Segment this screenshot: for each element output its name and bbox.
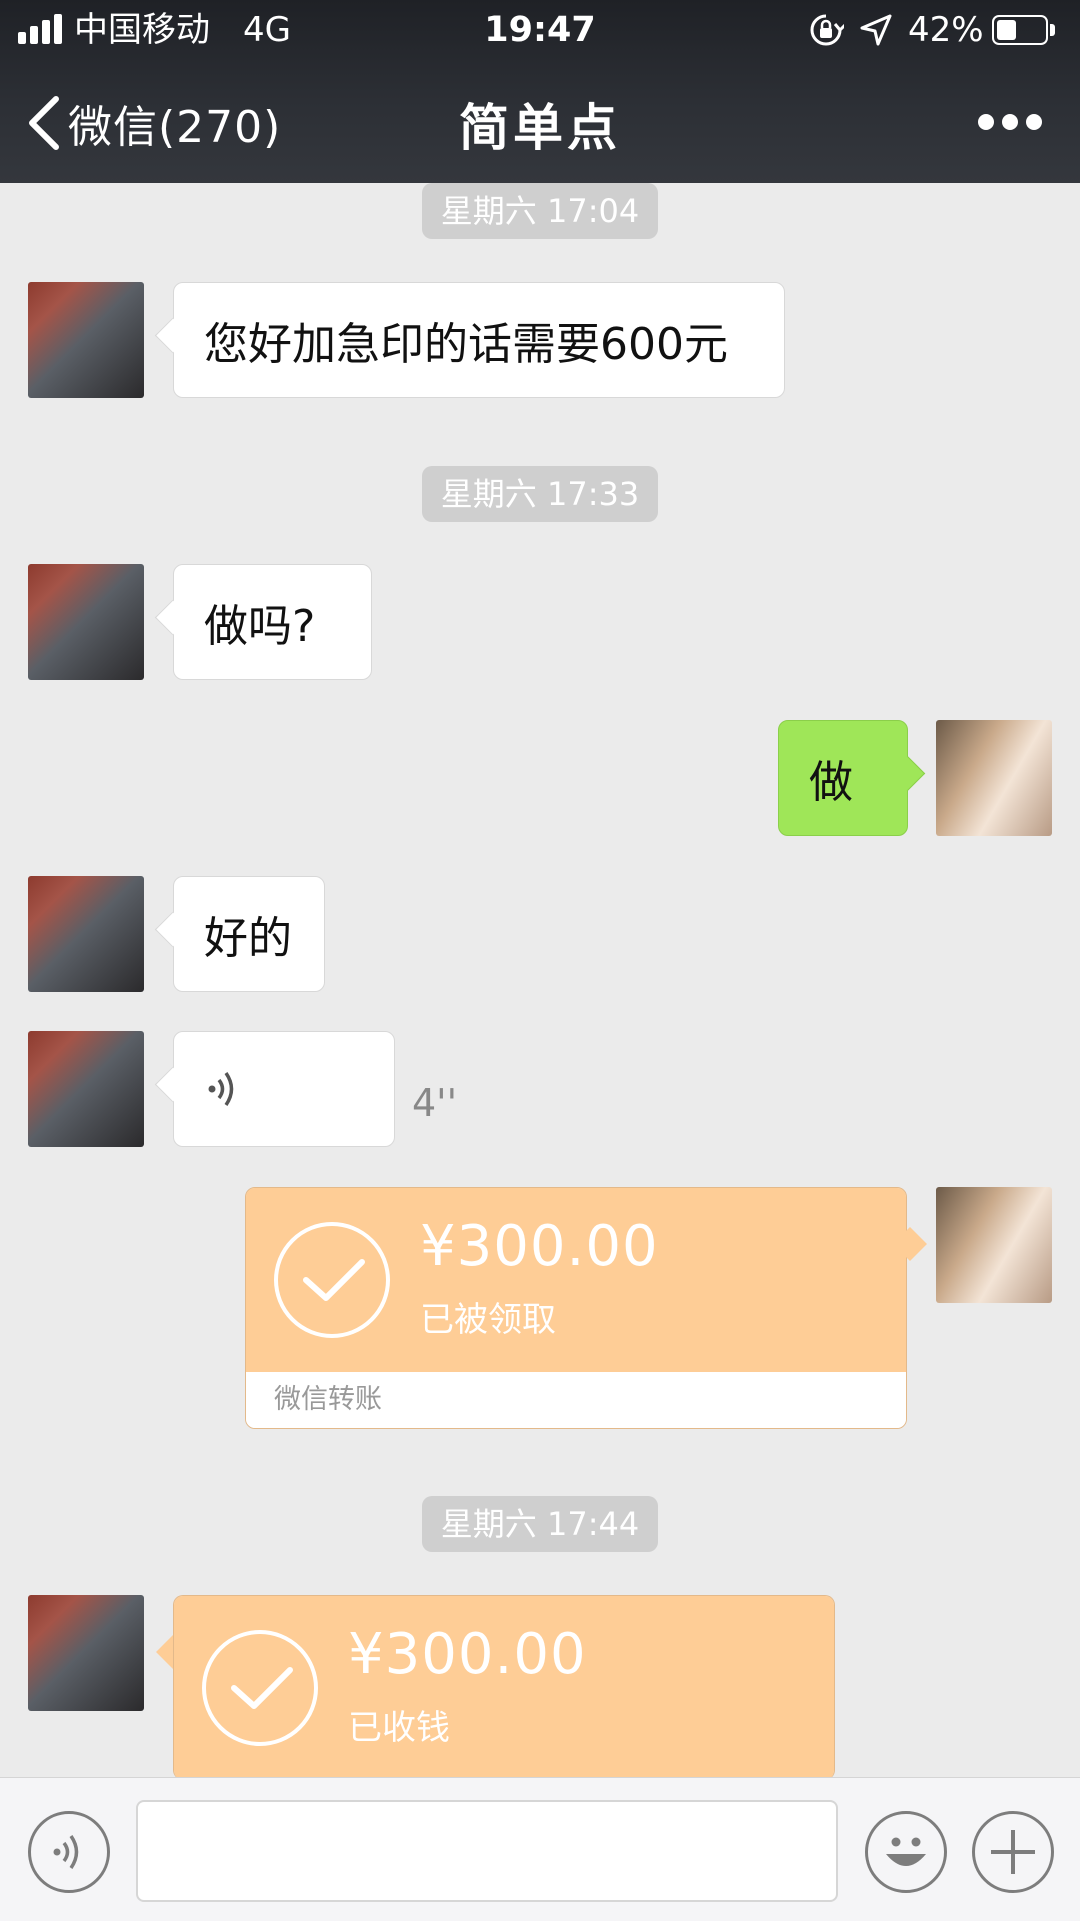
chat-title: 简单点 bbox=[459, 99, 621, 157]
message-input[interactable] bbox=[136, 1800, 838, 1902]
avatar[interactable] bbox=[28, 1595, 144, 1711]
voice-duration: 4'' bbox=[412, 1081, 458, 1125]
transfer-amount: ¥300.00 bbox=[348, 1622, 587, 1687]
avatar[interactable] bbox=[936, 720, 1052, 836]
orientation-lock-icon bbox=[810, 14, 844, 46]
top-header: 中国移动 4G 19:47 42% 微信(270) 简单点 bbox=[0, 0, 1080, 183]
avatar[interactable] bbox=[28, 876, 144, 992]
my-message-bubble[interactable]: 做 bbox=[778, 720, 908, 836]
battery-percentage: 42% bbox=[908, 10, 984, 50]
plus-button[interactable] bbox=[972, 1811, 1054, 1893]
timestamp: 星期六 17:44 bbox=[422, 1496, 658, 1552]
status-bar: 中国移动 4G 19:47 42% bbox=[0, 0, 1080, 60]
timestamp: 星期六 17:33 bbox=[422, 466, 658, 522]
voice-icon bbox=[208, 1072, 234, 1106]
message-bubble[interactable]: 您好加急印的话需要600元 bbox=[173, 282, 785, 398]
voice-message-bubble[interactable] bbox=[173, 1031, 395, 1147]
plus-icon bbox=[991, 1830, 1035, 1874]
check-icon bbox=[202, 1630, 318, 1746]
transfer-card-sent[interactable]: ¥300.00 已被领取 微信转账 bbox=[245, 1187, 907, 1429]
chat-area[interactable]: 星期六 17:04 您好加急印的话需要600元 星期六 17:33 做吗? 做 … bbox=[0, 183, 1080, 1777]
avatar[interactable] bbox=[28, 1031, 144, 1147]
location-arrow-icon bbox=[860, 14, 892, 46]
transfer-status: 已被领取 bbox=[420, 1300, 556, 1340]
voice-input-button[interactable] bbox=[28, 1811, 110, 1893]
transfer-footer: 微信转账 bbox=[246, 1372, 906, 1428]
check-icon bbox=[274, 1222, 390, 1338]
avatar[interactable] bbox=[28, 564, 144, 680]
voice-icon bbox=[53, 1835, 79, 1869]
transfer-card-received[interactable]: ¥300.00 已收钱 bbox=[173, 1595, 835, 1777]
avatar[interactable] bbox=[936, 1187, 1052, 1303]
battery-tip bbox=[1050, 24, 1055, 36]
navigation-bar: 微信(270) 简单点 bbox=[0, 60, 1080, 183]
transfer-status: 已收钱 bbox=[348, 1708, 450, 1748]
input-toolbar bbox=[0, 1777, 1080, 1921]
battery-icon bbox=[992, 15, 1048, 45]
transfer-amount: ¥300.00 bbox=[420, 1214, 659, 1279]
emoji-icon bbox=[886, 1837, 926, 1866]
emoji-button[interactable] bbox=[865, 1811, 947, 1893]
avatar[interactable] bbox=[28, 282, 144, 398]
message-bubble[interactable]: 做吗? bbox=[173, 564, 372, 680]
timestamp: 星期六 17:04 bbox=[422, 183, 658, 239]
message-bubble[interactable]: 好的 bbox=[173, 876, 325, 992]
more-icon[interactable] bbox=[978, 110, 1042, 134]
